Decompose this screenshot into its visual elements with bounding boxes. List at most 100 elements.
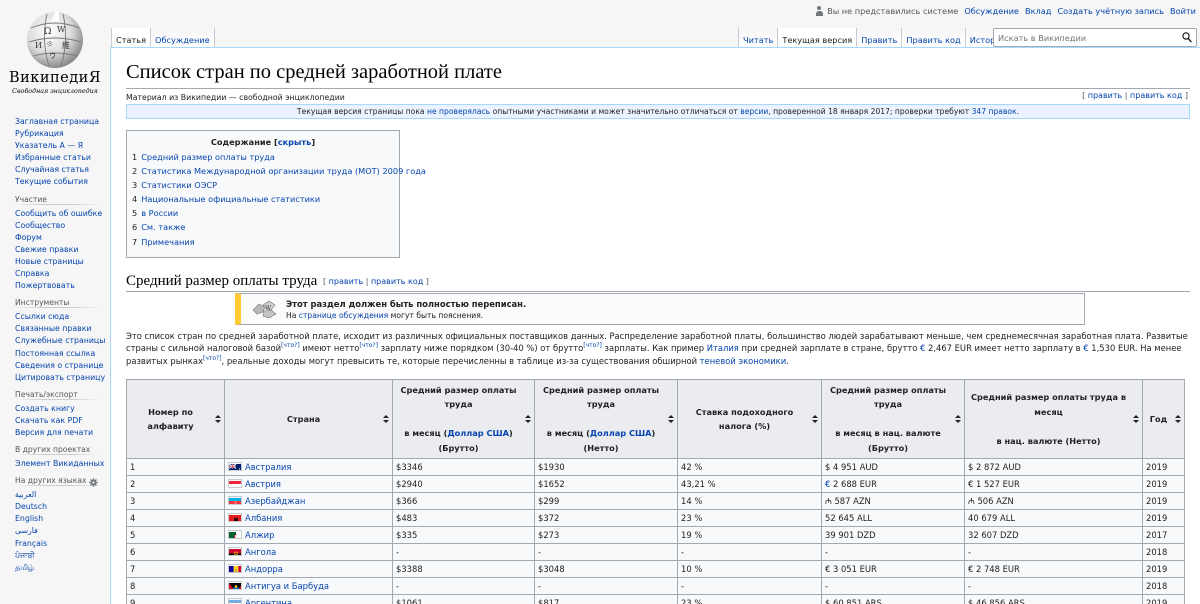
sidebar-item-forum[interactable]: Форум bbox=[15, 233, 42, 242]
sort-icon[interactable] bbox=[1175, 415, 1181, 423]
sidebar-item-wikidata[interactable]: Элемент Викиданных bbox=[15, 459, 104, 468]
login-link[interactable]: Войти bbox=[1170, 6, 1196, 16]
clarify-note[interactable]: [что?] bbox=[583, 342, 602, 349]
country-link[interactable]: Азербайджан bbox=[245, 496, 305, 506]
toc-item[interactable]: 3 Статистики ОЭСР bbox=[132, 178, 394, 192]
country-link[interactable]: Алжир bbox=[245, 530, 274, 540]
usd-link[interactable]: Доллар США bbox=[590, 428, 652, 438]
section-edit-source-link[interactable]: править код bbox=[371, 277, 423, 286]
section-edit-link[interactable]: править bbox=[329, 277, 364, 286]
create-account-link[interactable]: Создать учётную запись bbox=[1057, 6, 1164, 16]
wikipedia-logo[interactable]: Ω W И 維 ウ ও ВикипедиЯ Свободная энциклоп… bbox=[0, 0, 110, 110]
toc-link[interactable]: в России bbox=[141, 208, 178, 218]
version-link[interactable]: версии bbox=[740, 107, 768, 116]
country-link[interactable]: Антигуа и Барбуда bbox=[245, 581, 329, 591]
sidebar-item-permanent-link[interactable]: Постоянная ссылка bbox=[15, 349, 95, 358]
sidebar-item-current-events[interactable]: Текущие события bbox=[15, 177, 88, 186]
toc-item[interactable]: 2 Статистика Международной организации тр… bbox=[132, 164, 426, 178]
contributions-link[interactable]: Вклад bbox=[1025, 6, 1051, 16]
sidebar-item-random[interactable]: Случайная статья bbox=[15, 165, 89, 174]
clarify-note[interactable]: [что?] bbox=[281, 342, 300, 349]
col-header-tax-rate[interactable]: Ставка подоходного налога (%) bbox=[677, 379, 822, 459]
sidebar-item-special-pages[interactable]: Служебные страницы bbox=[15, 336, 105, 345]
pending-edits-link[interactable]: 347 правок bbox=[972, 107, 1017, 116]
toc-toggle[interactable]: скрыть bbox=[278, 137, 312, 147]
sidebar-item-main-page[interactable]: Заглавная страница bbox=[15, 117, 99, 126]
country-link[interactable]: Австралия bbox=[245, 462, 291, 472]
toc-link[interactable]: Национальные официальные статистики bbox=[141, 194, 320, 204]
sidebar-item-help[interactable]: Справка bbox=[15, 269, 49, 278]
sidebar-lang-ar[interactable]: العربية bbox=[15, 490, 36, 499]
tab-edit-source[interactable]: Править код bbox=[902, 28, 966, 48]
toc-item[interactable]: 7 Примечания bbox=[132, 235, 394, 249]
col-header-net-usd[interactable]: Средний размер оплаты труда в месяц (Долл… bbox=[534, 379, 678, 459]
toc-link[interactable]: См. также bbox=[141, 222, 185, 232]
tab-read-label[interactable]: Читать bbox=[743, 35, 773, 45]
sort-icon[interactable] bbox=[1133, 415, 1139, 423]
sidebar-lang-fa[interactable]: فارسی bbox=[15, 526, 38, 535]
talk-page-link[interactable]: странице обсуждения bbox=[299, 311, 388, 320]
col-header-country[interactable]: Страна bbox=[224, 379, 393, 459]
italy-link[interactable]: Италия bbox=[707, 343, 739, 353]
sidebar-lang-fr[interactable]: Français bbox=[15, 539, 47, 548]
sidebar-item-printable[interactable]: Версия для печати bbox=[15, 428, 93, 437]
tab-read[interactable]: Читать bbox=[738, 28, 779, 48]
sidebar-item-cite-page[interactable]: Цитировать страницу bbox=[15, 373, 105, 382]
toc-item[interactable]: 4 Национальные официальные статистики bbox=[132, 192, 394, 206]
sort-icon[interactable] bbox=[812, 415, 818, 423]
sidebar-lang-en[interactable]: English bbox=[15, 514, 43, 523]
sidebar-item-donate[interactable]: Пожертвовать bbox=[15, 281, 75, 290]
page-edit-source-link[interactable]: править код bbox=[1130, 91, 1182, 100]
sidebar-lang-ta[interactable]: தமிழ் bbox=[15, 563, 34, 572]
tab-edit[interactable]: Править bbox=[857, 28, 903, 48]
sidebar-item-new-pages[interactable]: Новые страницы bbox=[15, 257, 84, 266]
toc-item[interactable]: 6 См. также bbox=[132, 220, 394, 234]
sidebar-item-featured[interactable]: Избранные статьи bbox=[15, 153, 91, 162]
toc-item[interactable]: 5в России bbox=[132, 206, 394, 220]
country-link[interactable]: Андорра bbox=[245, 564, 283, 574]
sidebar-item-community[interactable]: Сообщество bbox=[15, 221, 65, 230]
country-link[interactable]: Австрия bbox=[245, 479, 281, 489]
sidebar-item-create-book[interactable]: Создать книгу bbox=[15, 404, 75, 413]
search-icon[interactable] bbox=[1182, 32, 1192, 43]
toc-link[interactable]: Статистики ОЭСР bbox=[141, 180, 217, 190]
tab-talk[interactable]: Обсуждение bbox=[151, 28, 215, 48]
sort-icon[interactable] bbox=[525, 415, 531, 423]
clarify-note[interactable]: [что?] bbox=[203, 355, 222, 362]
country-link[interactable]: Ангола bbox=[245, 547, 276, 557]
col-header-year[interactable]: Год bbox=[1142, 379, 1185, 459]
sidebar-item-related-changes[interactable]: Связанные правки bbox=[15, 324, 91, 333]
col-header-gross-usd[interactable]: Средний размер оплаты труда в месяц (Долл… bbox=[392, 379, 535, 459]
sidebar-item-download-pdf[interactable]: Скачать как PDF bbox=[15, 416, 83, 425]
toc-link[interactable]: Средний размер оплаты труда bbox=[141, 152, 275, 162]
sidebar-item-categories[interactable]: Рубрикация bbox=[15, 129, 64, 138]
gear-icon[interactable] bbox=[89, 478, 98, 487]
toc-link[interactable]: Примечания bbox=[141, 237, 194, 247]
tab-edit-label[interactable]: Править bbox=[861, 35, 897, 45]
col-header-number[interactable]: Номер по алфавиту bbox=[126, 379, 225, 459]
not-checked-link[interactable]: не проверялась bbox=[427, 107, 490, 116]
shadow-economy-link[interactable]: теневой экономики bbox=[700, 356, 786, 366]
sidebar-item-recent-changes[interactable]: Свежие правки bbox=[15, 245, 78, 254]
col-header-net-local[interactable]: Средний размер оплаты труда в месяц в нац… bbox=[964, 379, 1143, 459]
sidebar-item-page-info[interactable]: Сведения о странице bbox=[15, 361, 103, 370]
sidebar-item-what-links-here[interactable]: Ссылки сюда bbox=[15, 312, 69, 321]
search-input[interactable] bbox=[994, 29, 1174, 46]
country-link[interactable]: Аргентина bbox=[245, 598, 292, 604]
sidebar-lang-pa[interactable]: ਪੰਜਾਬੀ bbox=[15, 551, 35, 560]
talk-link[interactable]: Обсуждение bbox=[964, 6, 1019, 16]
sort-icon[interactable] bbox=[668, 415, 674, 423]
sidebar-item-index[interactable]: Указатель А — Я bbox=[15, 141, 83, 150]
toc-link[interactable]: Статистика Международной организации тру… bbox=[141, 166, 426, 176]
tab-talk-label[interactable]: Обсуждение bbox=[155, 35, 210, 45]
sidebar-item-report-error[interactable]: Сообщить об ошибке bbox=[15, 209, 102, 218]
page-edit-link[interactable]: править bbox=[1088, 91, 1123, 100]
tab-current-version[interactable]: Текущая версия bbox=[778, 28, 858, 48]
sort-icon[interactable] bbox=[215, 415, 221, 423]
clarify-note[interactable]: [что?] bbox=[359, 342, 378, 349]
toc-item[interactable]: 1 Средний размер оплаты труда bbox=[132, 150, 394, 164]
tab-article[interactable]: Статья bbox=[111, 28, 152, 48]
sort-icon[interactable] bbox=[955, 415, 961, 423]
col-header-gross-local[interactable]: Средний размер оплаты труда в месяц в нац… bbox=[821, 379, 965, 459]
usd-link[interactable]: Доллар США bbox=[447, 428, 509, 438]
